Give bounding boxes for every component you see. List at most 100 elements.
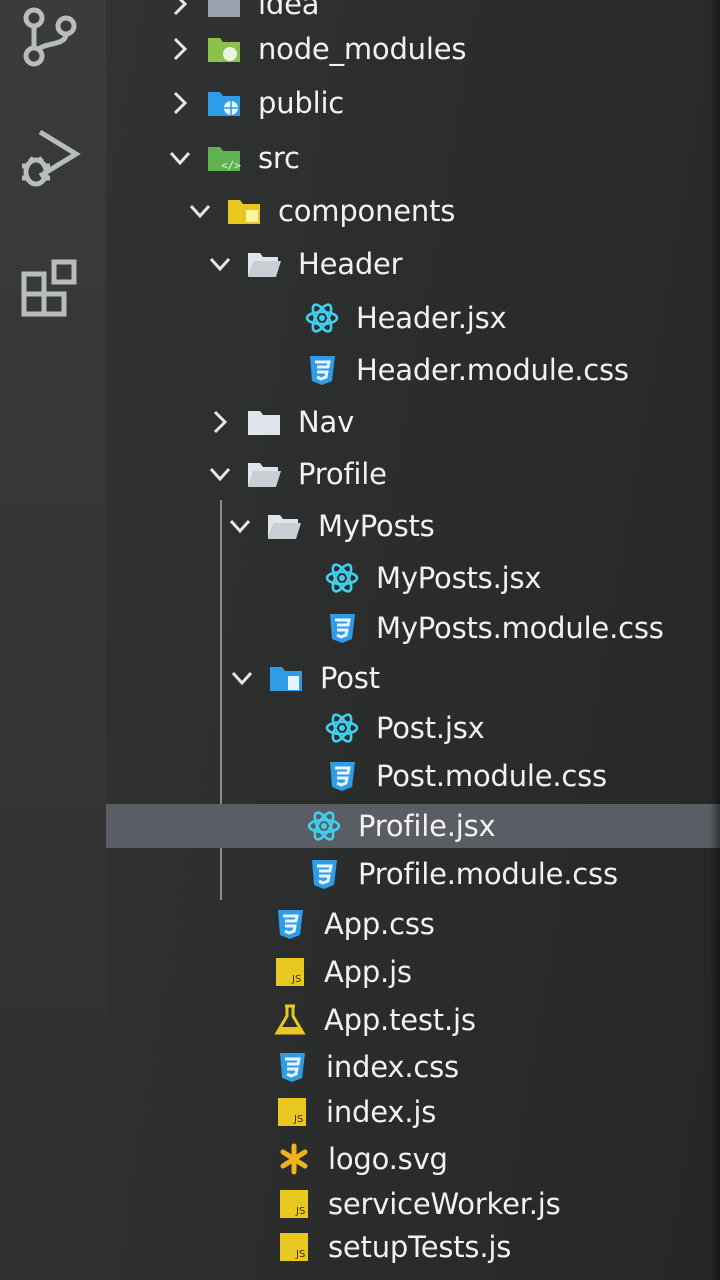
tree-folder-row[interactable]: </> src [106, 136, 720, 180]
svg-text:</>: </> [221, 159, 241, 172]
tree-item-label: App.js [324, 955, 412, 989]
tree-file-row[interactable]: App.css [106, 902, 720, 946]
tree-file-row[interactable]: logo.svg [106, 1137, 720, 1181]
tree-item-label: setupTests.js [328, 1230, 512, 1264]
tree-item-label: MyPosts.module.css [376, 611, 664, 645]
tree-folder-row[interactable]: Header [106, 242, 720, 286]
tree-folder-row[interactable]: MyPosts [106, 504, 720, 548]
js-icon: JS [274, 1095, 310, 1129]
svg-asterisk-icon [276, 1142, 312, 1176]
tree-item-label: index.css [326, 1050, 459, 1084]
tree-folder-row[interactable]: Nav [106, 400, 720, 444]
folder-open-icon [246, 457, 282, 491]
components-folder-icon [226, 194, 262, 228]
idea-folder-icon [206, 0, 242, 21]
react-icon [324, 711, 360, 745]
chevron-down-icon[interactable] [228, 512, 252, 540]
tree-file-row[interactable]: App.test.js [106, 998, 720, 1042]
tree-file-row[interactable]: Header.module.css [106, 348, 720, 392]
explorer-tree: idea node_modules public </> src componen… [106, 0, 720, 1280]
tree-item-label: Post [320, 661, 380, 695]
tree-file-row[interactable]: Post.module.css [106, 754, 720, 798]
extensions-icon[interactable] [14, 254, 86, 326]
chevron-down-icon[interactable] [230, 664, 254, 692]
screen-edge [710, 0, 720, 1280]
chevron-right-icon[interactable] [168, 35, 192, 63]
tree-file-row[interactable]: Post.jsx [106, 706, 720, 750]
css-icon [324, 611, 360, 645]
chevron-down-icon[interactable] [168, 144, 192, 172]
source-control-icon[interactable] [14, 4, 86, 76]
tree-folder-row[interactable]: Post [106, 656, 720, 700]
tree-item-label: public [258, 86, 345, 120]
folder-open-icon [246, 247, 282, 281]
js-icon: JS [276, 1230, 312, 1264]
src-folder-icon: </> [206, 141, 242, 175]
tree-file-row[interactable]: JS App.js [106, 950, 720, 994]
css-icon [306, 857, 342, 891]
react-icon [304, 301, 340, 335]
tree-item-label: Post.module.css [376, 759, 607, 793]
css-icon [304, 353, 340, 387]
run-debug-icon[interactable] [14, 124, 86, 196]
tree-item-label: Header.jsx [356, 301, 507, 335]
tree-file-row[interactable]: index.css [106, 1045, 720, 1089]
tree-file-row[interactable]: Profile.module.css [106, 852, 720, 896]
chevron-right-icon[interactable] [208, 408, 232, 436]
chevron-down-icon[interactable] [208, 250, 232, 278]
tree-item-label: Post.jsx [376, 711, 485, 745]
tree-item-label: MyPosts [318, 509, 435, 543]
tree-file-row[interactable]: JS serviceWorker.js [106, 1182, 720, 1226]
js-icon: JS [276, 1187, 312, 1221]
tree-item-label: Nav [298, 405, 355, 439]
chevron-down-icon[interactable] [188, 197, 212, 225]
chevron-right-icon[interactable] [168, 0, 192, 18]
tree-file-row[interactable]: JS index.js [106, 1090, 720, 1134]
tree-item-label: Header [298, 247, 403, 281]
tree-item-label: logo.svg [328, 1142, 448, 1176]
tree-item-label: App.css [324, 907, 435, 941]
public-folder-icon [206, 86, 242, 120]
tree-file-row[interactable]: Header.jsx [106, 296, 720, 340]
tree-item-label: serviceWorker.js [328, 1187, 561, 1221]
tree-item-label: Profile.jsx [358, 809, 496, 843]
folder-open-icon [266, 509, 302, 543]
test-flask-icon [272, 1003, 308, 1037]
react-icon [324, 561, 360, 595]
svg-text:JS: JS [295, 1249, 305, 1260]
chevron-right-icon[interactable] [168, 89, 192, 117]
node-folder-icon [206, 32, 242, 66]
tree-item-label: Profile.module.css [358, 857, 618, 891]
folder-icon [246, 405, 282, 439]
tree-file-row[interactable]: Profile.jsx [106, 804, 720, 848]
svg-text:JS: JS [295, 1206, 305, 1217]
tree-item-label: App.test.js [324, 1003, 476, 1037]
tree-file-row[interactable]: JS setupTests.js [106, 1225, 720, 1269]
svg-text:JS: JS [293, 1114, 303, 1125]
tree-item-label: index.js [326, 1095, 437, 1129]
react-icon [306, 809, 342, 843]
screen: idea node_modules public </> src componen… [0, 0, 720, 1280]
tree-item-label: Header.module.css [356, 353, 629, 387]
activity-bar [0, 0, 106, 1280]
chevron-down-icon[interactable] [208, 460, 232, 488]
tree-item-label: components [278, 194, 456, 228]
tree-file-row[interactable]: MyPosts.jsx [106, 556, 720, 600]
js-icon: JS [272, 955, 308, 989]
tree-item-label: MyPosts.jsx [376, 561, 542, 595]
tree-folder-row[interactable]: idea [106, 0, 720, 26]
tree-folder-row[interactable]: public [106, 81, 720, 125]
css-icon [272, 907, 308, 941]
tree-folder-row[interactable]: components [106, 189, 720, 233]
tree-item-label: idea [258, 0, 320, 21]
tree-item-label: src [258, 141, 300, 175]
post-folder-icon [268, 661, 304, 695]
tree-item-label: node_modules [258, 32, 467, 66]
tree-item-label: Profile [298, 457, 387, 491]
svg-text:JS: JS [291, 974, 301, 985]
tree-folder-row[interactable]: Profile [106, 452, 720, 496]
tree-file-row[interactable]: MyPosts.module.css [106, 606, 720, 650]
css-icon [274, 1050, 310, 1084]
css-icon [324, 759, 360, 793]
tree-folder-row[interactable]: node_modules [106, 27, 720, 71]
